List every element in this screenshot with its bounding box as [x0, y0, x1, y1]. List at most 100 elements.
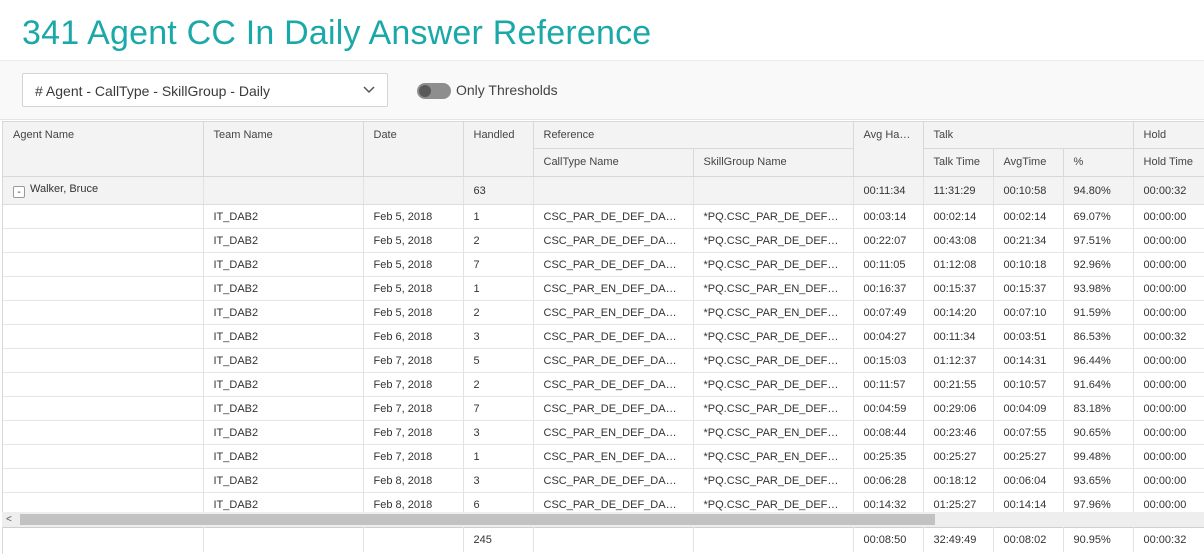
- handled-cell: 7: [463, 396, 534, 421]
- team-cell: IT_DAB2: [203, 276, 364, 301]
- header-avg-time[interactable]: AvgTime: [993, 148, 1064, 177]
- header-handled[interactable]: Handled: [463, 122, 534, 177]
- date-cell: Feb 7, 2018: [363, 372, 464, 397]
- avg-handle-cell: 00:03:14: [853, 204, 924, 229]
- table-row[interactable]: IT_DAB2 Feb 8, 2018 3 CSC_PAR_DE_DEF_DAB_SL…: [3, 468, 1204, 493]
- totals-date-cell: [363, 527, 464, 552]
- scroll-left-icon[interactable]: <: [6, 512, 12, 527]
- date-cell: Feb 8, 2018: [363, 468, 464, 493]
- totals-avg-time-cell: 00:08:02: [993, 527, 1064, 552]
- chevron-down-icon: [363, 86, 375, 94]
- header-percent[interactable]: %: [1063, 148, 1134, 177]
- table-row[interactable]: IT_DAB2 Feb 7, 2018 2 CSC_PAR_DE_DEF_DAB_US…: [3, 372, 1204, 397]
- talk-time-cell: 01:12:37: [923, 348, 994, 373]
- calltype-cell: CSC_PAR_DE_DEF_DAB_US1...: [533, 372, 694, 397]
- header-team-name[interactable]: Team Name: [203, 122, 364, 177]
- header-group-talk: Talk: [923, 122, 1134, 150]
- calltype-cell: CSC_PAR_DE_DEF_DAB_SL: [533, 204, 694, 229]
- header-calltype-name[interactable]: CallType Name: [533, 148, 694, 177]
- table-row[interactable]: IT_DAB2 Feb 7, 2018 1 CSC_PAR_EN_DEF_DAB_US…: [3, 444, 1204, 469]
- table-row[interactable]: IT_DAB2 Feb 5, 2018 1 CSC_PAR_DE_DEF_DAB_SL…: [3, 204, 1204, 229]
- report-view-dropdown-value: # Agent - CallType - SkillGroup - Daily: [35, 83, 270, 99]
- header-talk-time[interactable]: Talk Time: [923, 148, 994, 177]
- skillgroup-cell: *PQ.CSC_PAR_DE_DEF_DAB...: [693, 396, 854, 421]
- group-agent-cell: - Walker, Bruce: [3, 176, 204, 205]
- agent-cell: [3, 348, 204, 373]
- table-row[interactable]: IT_DAB2 Feb 7, 2018 5 CSC_PAR_DE_DEF_DAB_SL…: [3, 348, 1204, 373]
- totals-talk-time-cell: 32:49:49: [923, 527, 994, 552]
- table-row[interactable]: IT_DAB2 Feb 5, 2018 1 CSC_PAR_EN_DEF_DAB_SL…: [3, 276, 1204, 301]
- talk-time-cell: 00:15:37: [923, 276, 994, 301]
- hold-time-cell: 00:00:00: [1133, 252, 1204, 277]
- handled-cell: 2: [463, 372, 534, 397]
- hold-time-cell: 00:00:00: [1133, 396, 1204, 421]
- avg-handle-cell: 00:15:03: [853, 348, 924, 373]
- group-row[interactable]: - Walker, Bruce 63 00:11:34 11:31:29 00:1…: [3, 176, 1204, 205]
- header-hold-time[interactable]: Hold Time: [1133, 148, 1204, 177]
- table-row[interactable]: IT_DAB2 Feb 5, 2018 7 CSC_PAR_DE_DEF_DAB_US…: [3, 252, 1204, 277]
- calltype-cell: CSC_PAR_EN_DEF_DAB_US1...: [533, 300, 694, 325]
- avg-time-cell: 00:02:14: [993, 204, 1064, 229]
- avg-handle-cell: 00:11:05: [853, 252, 924, 277]
- skillgroup-cell: *PQ.CSC_PAR_EN_DEF_DAB...: [693, 300, 854, 325]
- percent-cell: 91.64%: [1063, 372, 1134, 397]
- percent-cell: 99.48%: [1063, 444, 1134, 469]
- header-date[interactable]: Date: [363, 122, 464, 177]
- date-cell: Feb 7, 2018: [363, 396, 464, 421]
- skillgroup-cell: *PQ.CSC_PAR_EN_DEF_DAB...: [693, 420, 854, 445]
- page-title: 341 Agent CC In Daily Answer Reference: [22, 14, 652, 52]
- avg-handle-cell: 00:25:35: [853, 444, 924, 469]
- group-avg-time-cell: 00:10:58: [993, 176, 1064, 205]
- avg-time-cell: 00:06:04: [993, 468, 1064, 493]
- header-avg-handle[interactable]: Avg Handl...: [853, 122, 924, 177]
- group-team-cell: [203, 176, 364, 205]
- percent-cell: 93.65%: [1063, 468, 1134, 493]
- hold-time-cell: 00:00:32: [1133, 324, 1204, 349]
- totals-hold-time-cell: 00:00:32: [1133, 527, 1204, 552]
- agent-cell: [3, 324, 204, 349]
- percent-cell: 91.59%: [1063, 300, 1134, 325]
- date-cell: Feb 5, 2018: [363, 228, 464, 253]
- report-toolbar: # Agent - CallType - SkillGroup - Daily …: [0, 60, 1204, 120]
- hold-time-cell: 00:00:00: [1133, 276, 1204, 301]
- avg-time-cell: 00:03:51: [993, 324, 1064, 349]
- date-cell: Feb 7, 2018: [363, 444, 464, 469]
- table-row[interactable]: IT_DAB2 Feb 7, 2018 7 CSC_PAR_DE_DEF_DAB_US…: [3, 396, 1204, 421]
- team-cell: IT_DAB2: [203, 396, 364, 421]
- header-agent-name[interactable]: Agent Name: [3, 122, 204, 177]
- team-cell: IT_DAB2: [203, 372, 364, 397]
- table-row[interactable]: IT_DAB2 Feb 5, 2018 2 CSC_PAR_DE_DEF_DAB_US…: [3, 228, 1204, 253]
- date-cell: Feb 5, 2018: [363, 276, 464, 301]
- handled-cell: 3: [463, 324, 534, 349]
- header-skillgroup-name[interactable]: SkillGroup Name: [693, 148, 854, 177]
- group-handled-cell: 63: [463, 176, 534, 205]
- table-row[interactable]: IT_DAB2 Feb 6, 2018 3 CSC_PAR_DE_DEF_DAB_US…: [3, 324, 1204, 349]
- calltype-cell: CSC_PAR_EN_DEF_DAB_US1...: [533, 420, 694, 445]
- hold-time-cell: 00:00:00: [1133, 420, 1204, 445]
- report-view-dropdown[interactable]: # Agent - CallType - SkillGroup - Daily: [22, 73, 388, 107]
- totals-table: 245 00:08:50 32:49:49 00:08:02 90.95% 00…: [3, 527, 1204, 552]
- table-row[interactable]: IT_DAB2 Feb 7, 2018 3 CSC_PAR_EN_DEF_DAB_US…: [3, 420, 1204, 445]
- talk-time-cell: 00:29:06: [923, 396, 994, 421]
- calltype-cell: CSC_PAR_DE_DEF_DAB_US2...: [533, 324, 694, 349]
- report-table: Agent Name Team Name Date Handled Refere…: [3, 122, 1204, 517]
- horizontal-scrollbar[interactable]: <: [2, 512, 1204, 527]
- avg-handle-cell: 00:06:28: [853, 468, 924, 493]
- collapse-group-button[interactable]: -: [13, 186, 25, 198]
- team-cell: IT_DAB2: [203, 228, 364, 253]
- team-cell: IT_DAB2: [203, 444, 364, 469]
- table-row[interactable]: IT_DAB2 Feb 5, 2018 2 CSC_PAR_EN_DEF_DAB_US…: [3, 300, 1204, 325]
- avg-time-cell: 00:04:09: [993, 396, 1064, 421]
- totals-avg-handle-cell: 00:08:50: [853, 527, 924, 552]
- handled-cell: 1: [463, 444, 534, 469]
- talk-time-cell: 00:25:27: [923, 444, 994, 469]
- avg-handle-cell: 00:22:07: [853, 228, 924, 253]
- team-cell: IT_DAB2: [203, 420, 364, 445]
- percent-cell: 93.98%: [1063, 276, 1134, 301]
- scrollbar-thumb[interactable]: [20, 514, 935, 525]
- calltype-cell: CSC_PAR_DE_DEF_DAB_SL: [533, 468, 694, 493]
- team-cell: IT_DAB2: [203, 204, 364, 229]
- header-group-reference: Reference: [533, 122, 854, 150]
- talk-time-cell: 00:14:20: [923, 300, 994, 325]
- team-cell: IT_DAB2: [203, 324, 364, 349]
